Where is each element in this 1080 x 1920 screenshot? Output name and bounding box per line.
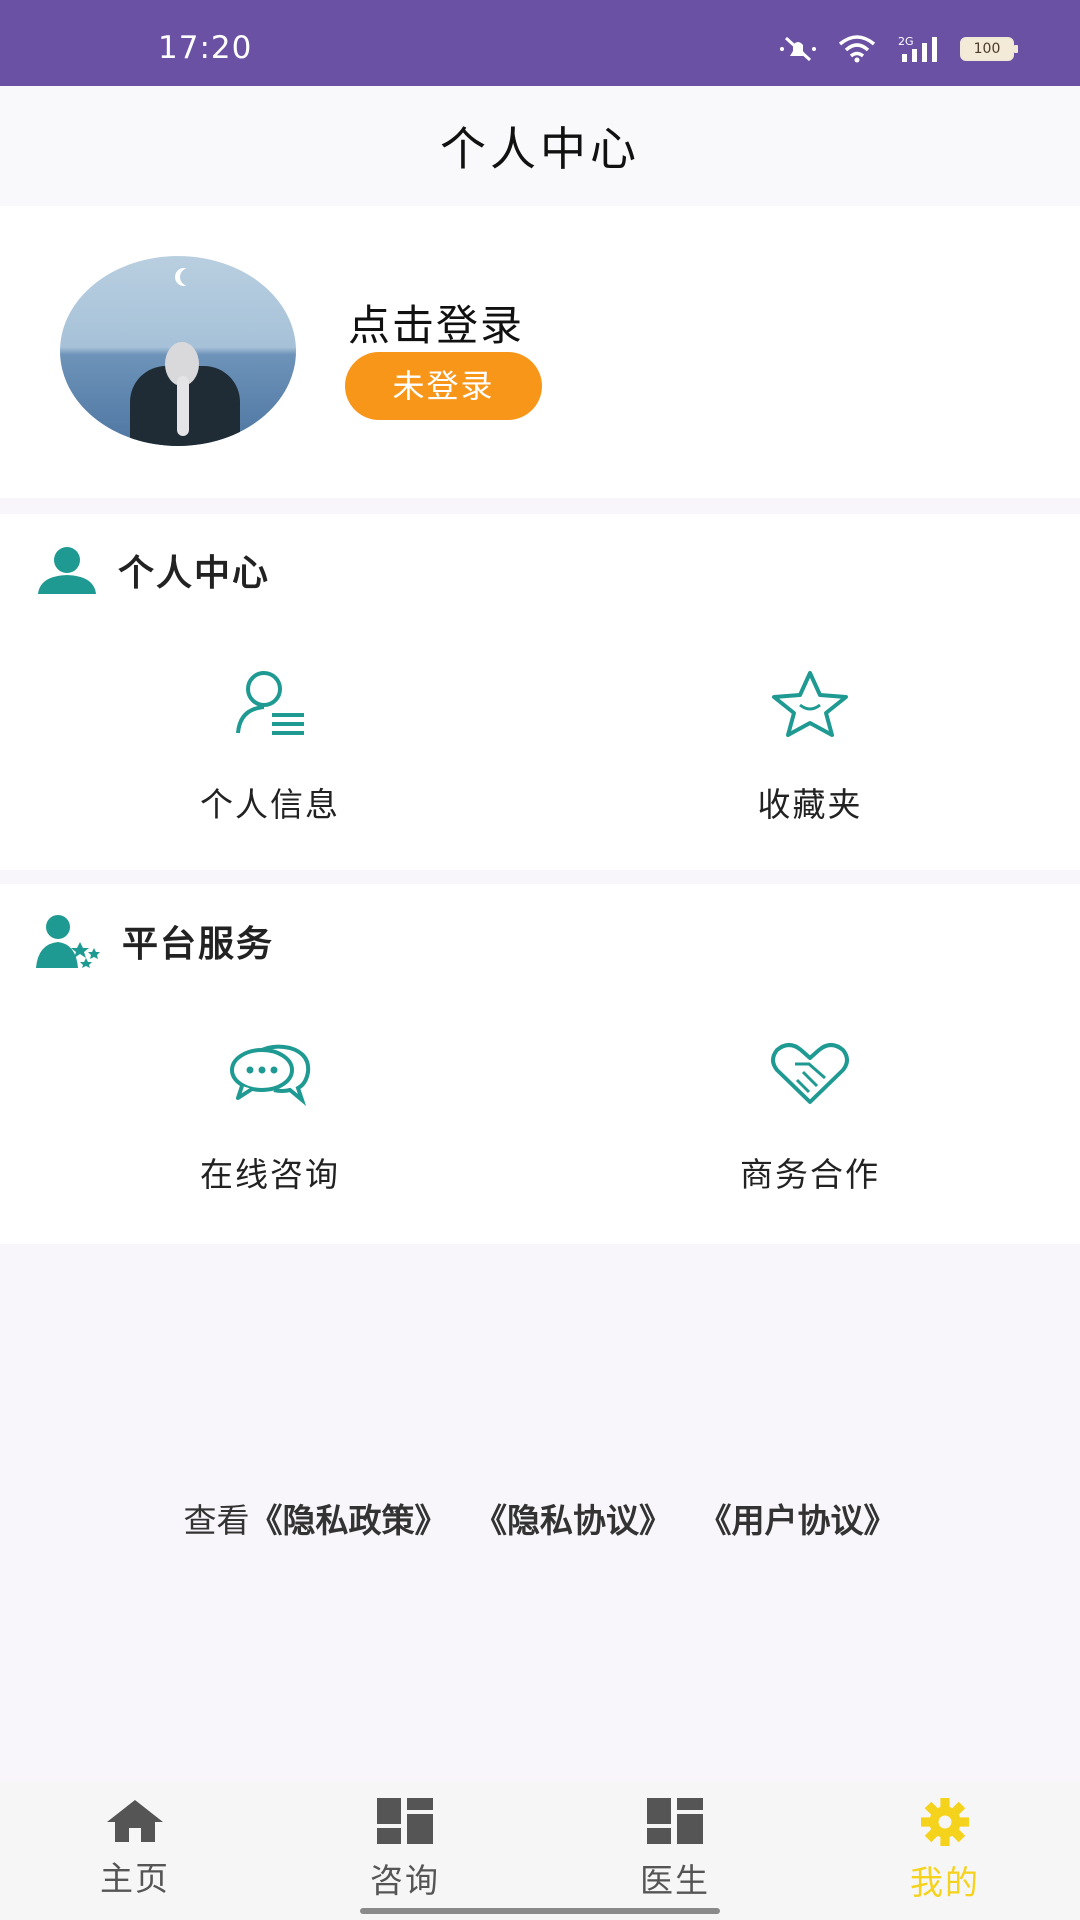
user-info-icon	[236, 671, 304, 735]
tab-label: 主页	[100, 1859, 170, 1898]
home-indicator[interactable]	[360, 1908, 720, 1914]
chat-bubbles-icon	[230, 1044, 311, 1106]
tab-consult[interactable]: 咨询	[345, 1798, 465, 1902]
grid-icon	[377, 1798, 433, 1844]
page-title: 个人中心	[440, 122, 640, 176]
grid-item-business[interactable]: 商务合作	[660, 1034, 960, 1196]
avatar[interactable]	[60, 256, 296, 446]
grid-item-favorites[interactable]: 收藏夹	[660, 664, 960, 826]
status-bar: 17:20 2G 100	[0, 0, 1080, 86]
wifi-icon	[838, 35, 876, 63]
user-stars-icon	[36, 915, 100, 968]
section-title: 平台服务	[122, 924, 275, 965]
battery-icon: 100	[960, 37, 1018, 61]
links-prefix: 查看	[183, 1501, 250, 1540]
grid-item-label: 商务合作	[740, 1155, 880, 1194]
tab-mine[interactable]: 我的	[885, 1798, 1005, 1904]
policy-links: 查看《隐私政策》 《隐私协议》 《用户协议》	[0, 1494, 1080, 1542]
status-time: 17:20	[158, 30, 253, 66]
svg-text:2G: 2G	[898, 35, 914, 48]
login-status-badge[interactable]: 未登录	[345, 352, 542, 420]
grid-item-personal-info[interactable]: 个人信息	[120, 664, 420, 826]
section-title: 个人中心	[118, 553, 271, 594]
tab-label: 我的	[910, 1863, 980, 1902]
status-icons: 2G 100	[778, 34, 1018, 64]
personal-section-header: 个人中心	[36, 544, 270, 596]
tab-doctor[interactable]: 医生	[615, 1798, 735, 1902]
user-icon	[38, 547, 96, 594]
service-section: 平台服务 在线咨询 商务合作	[0, 884, 1080, 1244]
grid-item-online-consult[interactable]: 在线咨询	[120, 1034, 420, 1196]
grid-icon	[647, 1798, 703, 1844]
mute-bell-icon	[780, 36, 816, 62]
grid-item-label: 收藏夹	[757, 785, 863, 824]
title-bar: 个人中心	[0, 86, 1080, 206]
grid-item-label: 在线咨询	[200, 1155, 340, 1194]
profile-card[interactable]: 点击登录 未登录	[0, 206, 1080, 498]
login-prompt[interactable]: 点击登录	[348, 292, 524, 353]
service-section-header: 平台服务	[36, 914, 274, 968]
tab-home[interactable]: 主页	[75, 1798, 195, 1900]
signal-2g-icon: 2G	[898, 35, 937, 62]
privacy-policy-link[interactable]: 《隐私政策》	[250, 1501, 448, 1540]
tab-label: 医生	[640, 1861, 710, 1900]
handshake-heart-icon	[771, 1043, 849, 1104]
privacy-agreement-link[interactable]: 《隐私协议》	[474, 1501, 672, 1540]
home-icon	[107, 1800, 163, 1842]
user-agreement-link[interactable]: 《用户协议》	[699, 1501, 897, 1540]
gear-icon	[921, 1798, 969, 1846]
bottom-tab-bar: 主页 咨询 医生 我的	[0, 1782, 1080, 1920]
star-icon	[772, 671, 848, 737]
tab-label: 咨询	[370, 1861, 440, 1900]
personal-section: 个人中心 个人信息 收藏夹	[0, 514, 1080, 870]
grid-item-label: 个人信息	[200, 785, 340, 824]
